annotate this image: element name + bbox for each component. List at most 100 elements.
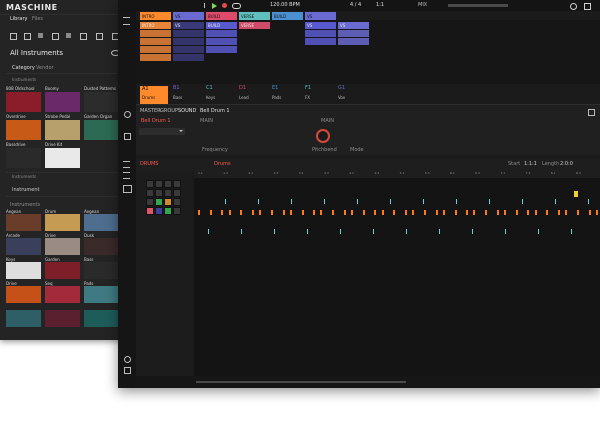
note[interactable] (435, 210, 438, 215)
vendor-filter[interactable]: Vendor (36, 66, 54, 71)
scene-6[interactable]: VS (305, 12, 336, 20)
library-item-thumbnail[interactable] (45, 120, 80, 140)
library-item-thumbnail[interactable] (45, 92, 80, 112)
grid-icon[interactable] (123, 185, 132, 193)
note-teal[interactable] (307, 229, 308, 234)
note[interactable] (381, 210, 384, 215)
category-filter[interactable]: Category (12, 66, 35, 71)
project-filter-icon[interactable] (96, 33, 103, 40)
pad[interactable] (155, 207, 163, 215)
note-teal[interactable] (521, 199, 523, 204)
note[interactable] (527, 210, 530, 215)
note[interactable] (485, 210, 488, 215)
pitchbend-knob[interactable] (316, 129, 330, 143)
loop-icon[interactable] (232, 3, 241, 9)
note-teal[interactable] (224, 199, 226, 204)
close-icon[interactable] (584, 3, 591, 10)
note-teal[interactable] (455, 199, 457, 204)
mixer-icon[interactable] (124, 133, 131, 140)
library-item-thumbnail[interactable] (84, 214, 119, 231)
note[interactable] (504, 210, 506, 215)
note[interactable] (454, 210, 457, 215)
library-item-thumbnail[interactable] (6, 214, 41, 231)
pad[interactable] (173, 180, 181, 188)
library-item-thumbnail[interactable] (84, 262, 119, 279)
pad[interactable] (164, 198, 172, 206)
loop-filter-icon[interactable] (66, 33, 71, 38)
note[interactable] (558, 210, 560, 215)
scene-4[interactable]: VERSE (239, 12, 270, 20)
pad[interactable] (164, 207, 172, 215)
group-tab[interactable]: GROUP (160, 109, 178, 114)
clip[interactable] (338, 38, 369, 45)
clip[interactable]: VS (305, 22, 336, 29)
note[interactable] (252, 210, 254, 215)
clip[interactable]: VS (173, 22, 204, 29)
library-item-thumbnail[interactable] (45, 238, 80, 255)
note-teal[interactable] (422, 199, 424, 204)
clip[interactable] (173, 54, 204, 61)
note[interactable] (595, 210, 598, 215)
note[interactable] (301, 210, 304, 215)
clip[interactable] (140, 30, 171, 37)
note-teal[interactable] (373, 229, 374, 234)
effect-filter-icon[interactable] (52, 33, 59, 40)
pad[interactable] (146, 189, 154, 197)
clip[interactable]: VERSE (239, 22, 270, 29)
note-teal[interactable] (290, 199, 292, 204)
note[interactable] (466, 210, 469, 215)
clip[interactable]: VS (338, 22, 369, 29)
clip[interactable] (305, 30, 336, 37)
note[interactable] (289, 210, 292, 215)
clip[interactable] (305, 38, 336, 45)
note-teal[interactable] (587, 199, 589, 204)
clip[interactable] (140, 54, 171, 61)
record-icon[interactable] (222, 3, 227, 8)
clip[interactable] (206, 30, 237, 37)
bpm-display[interactable]: 120.00 BPM (270, 3, 300, 8)
library-item-thumbnail[interactable] (6, 120, 41, 140)
note[interactable] (576, 210, 579, 215)
clip[interactable]: INTRO (140, 22, 171, 29)
playhead[interactable] (574, 191, 578, 197)
note[interactable] (221, 210, 224, 215)
clip[interactable]: BUILD (206, 22, 237, 29)
note-teal[interactable] (257, 199, 259, 204)
plugin-dropdown[interactable] (139, 128, 185, 135)
info-icon[interactable] (124, 356, 131, 363)
group-letter[interactable]: G1 (338, 86, 345, 91)
library-item-thumbnail[interactable] (45, 214, 80, 231)
note[interactable] (565, 210, 568, 215)
pad[interactable] (164, 189, 172, 197)
note-teal[interactable] (323, 199, 325, 204)
library-item-thumbnail[interactable] (45, 148, 80, 168)
note[interactable] (320, 210, 323, 215)
library-item-thumbnail[interactable] (84, 92, 119, 112)
settings-icon[interactable] (570, 3, 577, 10)
note[interactable] (228, 210, 231, 215)
mix-button[interactable]: MIX (418, 3, 427, 8)
note-teal[interactable] (274, 229, 275, 234)
note-teal[interactable] (538, 229, 539, 234)
note-teal[interactable] (406, 229, 407, 234)
note[interactable] (515, 210, 518, 215)
note-teal[interactable] (554, 199, 556, 204)
pad[interactable] (155, 180, 163, 188)
note[interactable] (362, 210, 365, 215)
note-teal[interactable] (488, 199, 490, 204)
scene-3[interactable]: BUILD (206, 12, 237, 20)
library-tab[interactable]: Library (10, 17, 27, 22)
note[interactable] (393, 210, 396, 215)
clip[interactable] (206, 46, 237, 53)
library-item-thumbnail[interactable] (45, 262, 80, 279)
group-letter[interactable]: C1 (206, 86, 213, 91)
group-letter[interactable]: B1 (173, 86, 180, 91)
note[interactable] (209, 210, 212, 215)
clip[interactable] (206, 38, 237, 45)
sound-tab[interactable]: SOUND (178, 109, 196, 114)
library-item-thumbnail[interactable] (45, 286, 80, 303)
library-item-thumbnail[interactable] (84, 310, 119, 327)
library-item-thumbnail[interactable] (6, 148, 41, 168)
clip[interactable] (338, 30, 369, 37)
clip[interactable] (140, 46, 171, 53)
